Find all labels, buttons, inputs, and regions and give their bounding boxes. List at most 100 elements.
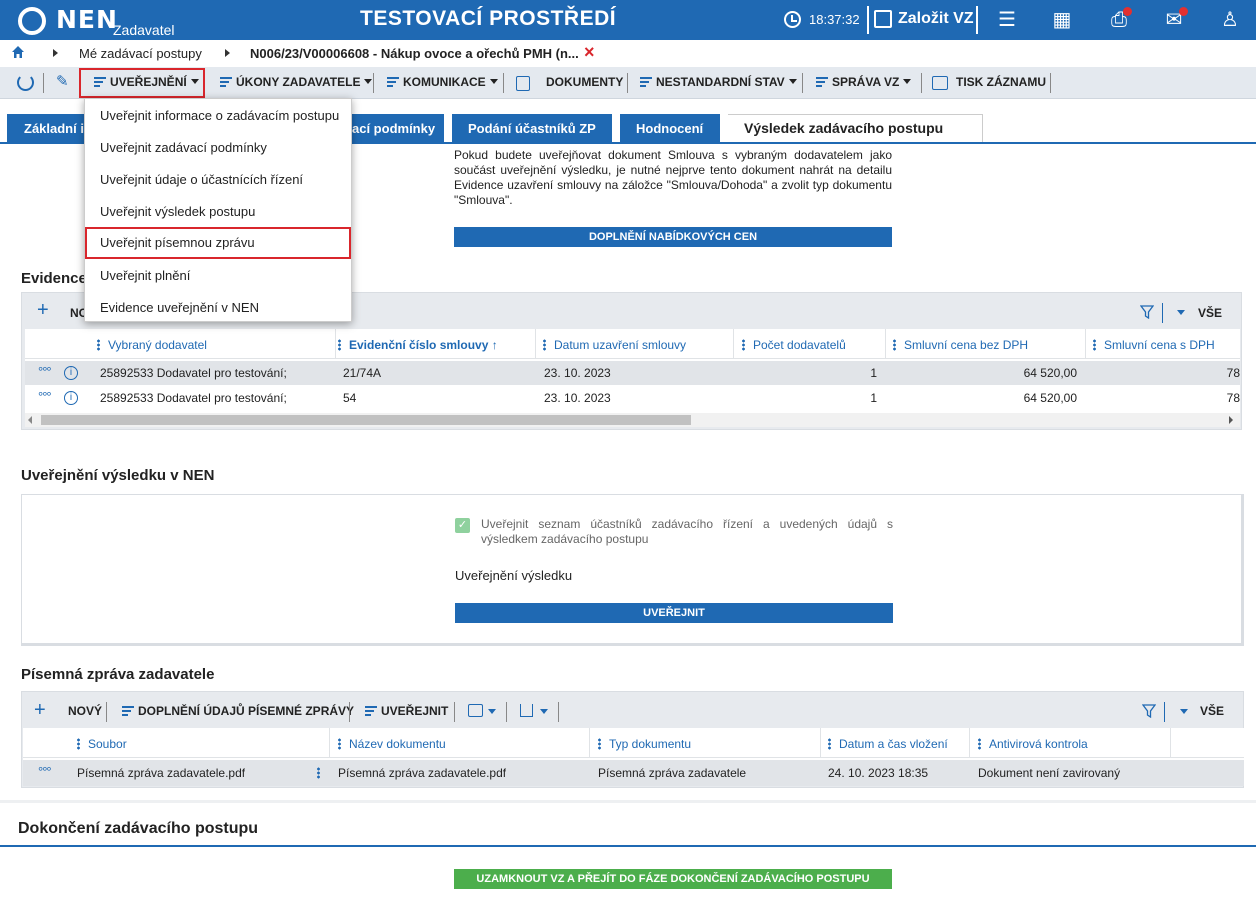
- col-typ-dokumentu[interactable]: Typ dokumentu: [598, 737, 691, 751]
- novy-button[interactable]: NOVÝ: [68, 704, 102, 718]
- menu-item-vysledek[interactable]: Uveřejnit výsledek postupu: [85, 196, 351, 228]
- scroll-left-icon[interactable]: [28, 416, 32, 424]
- environment-title: TESTOVACÍ PROSTŘEDÍ: [360, 7, 617, 30]
- divider: [43, 73, 44, 93]
- edit-icon[interactable]: [874, 10, 892, 28]
- sprava-vz-menu[interactable]: SPRÁVA VZ: [816, 75, 912, 89]
- breadcrumb-item[interactable]: Mé zadávací postupy: [79, 46, 202, 61]
- col-antivirova-kontrola[interactable]: Antivirová kontrola: [978, 737, 1088, 751]
- col-evidencni-cislo[interactable]: Evidenční číslo smlouvy ↑: [338, 338, 498, 352]
- list-icon: [640, 76, 652, 88]
- all-filter[interactable]: VŠE: [1198, 306, 1222, 320]
- menu-icon[interactable]: ☰: [995, 8, 1019, 32]
- all-filter[interactable]: VŠE: [1200, 704, 1224, 718]
- pencil-icon[interactable]: ✎: [56, 72, 69, 90]
- tab-hodnoceni[interactable]: Hodnocení: [620, 114, 720, 143]
- cell-datum: 24. 10. 2023 18:35: [828, 766, 929, 780]
- create-vz-button[interactable]: Založit VZ: [898, 10, 974, 28]
- document-icon: [516, 76, 530, 91]
- horizontal-scrollbar[interactable]: [25, 413, 1240, 427]
- tab-zadavaci-podminky[interactable]: ací podmínky: [340, 114, 444, 143]
- uverejnit-button[interactable]: UVEŘEJNIT: [455, 603, 893, 623]
- tab-podani-ucastniku[interactable]: Podání účastníků ZP: [452, 114, 612, 143]
- divider: [503, 73, 504, 93]
- cell-datum: 23. 10. 2023: [544, 366, 611, 380]
- filter-icon[interactable]: [1140, 305, 1154, 319]
- menu-item-zadavaci-podminky[interactable]: Uveřejnit zadávací podmínky: [85, 132, 351, 164]
- menu-item-informace[interactable]: Uveřejnit informace o zadávacím postupu: [85, 100, 351, 132]
- home-icon[interactable]: [11, 45, 25, 59]
- user-icon[interactable]: ♙: [1218, 8, 1242, 32]
- calendar-icon[interactable]: ▦: [1050, 8, 1074, 32]
- publication-heading: Uveřejnění výsledku v NEN: [21, 467, 215, 484]
- ukony-menu[interactable]: ÚKONY ZADAVATELE: [220, 75, 373, 89]
- report-uverejnit-button[interactable]: UVEŘEJNIT: [365, 704, 448, 718]
- nestandardni-stav-menu[interactable]: NESTANDARDNÍ STAV: [640, 75, 797, 89]
- col-datum-uzavreni[interactable]: Datum uzavření smlouvy: [543, 338, 686, 352]
- chevron-down-icon[interactable]: [1180, 709, 1188, 714]
- col-datum-vlozeni[interactable]: Datum a čas vložení: [828, 737, 948, 751]
- notification-dot: [1123, 7, 1132, 16]
- publication-panel: ✓ Uveřejnit seznam účastníků zadávacího …: [21, 494, 1244, 646]
- dokumenty-button[interactable]: DOKUMENTY: [546, 75, 623, 89]
- uverejneni-menu[interactable]: UVEŘEJNĚNÍ: [94, 75, 199, 89]
- uzamknout-button[interactable]: UZAMKNOUT VZ A PŘEJÍT DO FÁZE DOKONČENÍ …: [454, 869, 892, 889]
- divider: [802, 73, 803, 93]
- table-row[interactable]: °°° i 25892533 Dodavatel pro testování; …: [25, 386, 1240, 410]
- file-menu-icon[interactable]: [317, 767, 320, 779]
- close-icon[interactable]: ×: [584, 42, 595, 63]
- table-header: Vybraný dodavatel Evidenční číslo smlouv…: [25, 329, 1240, 359]
- doplneni-cen-button[interactable]: DOPLNĚNÍ NABÍDKOVÝCH CEN: [454, 227, 892, 247]
- menu-item-evidence[interactable]: Evidence uveřejnění v NEN: [85, 292, 351, 324]
- col-cena-s-dph[interactable]: Smluvní cena s DPH: [1093, 338, 1215, 352]
- print-icon[interactable]: [468, 704, 483, 717]
- publish-list-checkbox[interactable]: ✓: [455, 518, 470, 533]
- info-text: Pokud budete uveřejňovat dokument Smlouv…: [454, 148, 892, 207]
- scrollbar-thumb[interactable]: [41, 415, 691, 425]
- refresh-icon[interactable]: [17, 74, 34, 91]
- logo-subtitle: Zadavatel: [113, 22, 175, 38]
- tab-zakladni[interactable]: Základní i: [7, 114, 87, 143]
- add-icon[interactable]: +: [34, 699, 46, 722]
- col-soubor[interactable]: Soubor: [77, 737, 127, 751]
- tab-vysledek[interactable]: Výsledek zadávacího postupu: [728, 114, 983, 143]
- add-icon[interactable]: +: [37, 299, 49, 322]
- chevron-down-icon[interactable]: [540, 709, 548, 714]
- table-row[interactable]: °°° i 25892533 Dodavatel pro testování; …: [25, 361, 1240, 385]
- list-icon: [387, 76, 399, 88]
- divider: [106, 702, 107, 722]
- doplneni-udaju-button[interactable]: DOPLNĚNÍ ÚDAJŮ PÍSEMNÉ ZPRÁVY: [122, 704, 354, 718]
- row-menu-icon[interactable]: °°°: [38, 389, 52, 404]
- scroll-right-icon[interactable]: [1229, 416, 1233, 424]
- tisk-zaznamu-button[interactable]: TISK ZÁZNAMU: [956, 75, 1046, 89]
- row-menu-icon[interactable]: °°°: [38, 364, 52, 379]
- session-clock: 18:37:32: [809, 12, 860, 27]
- table-row[interactable]: °°° Písemná zpráva zadavatele.pdf Písemn…: [23, 760, 1244, 786]
- menu-item-pisemna-zprava[interactable]: Uveřejnit písemnou zprávu: [85, 227, 351, 259]
- col-cena-bez-dph[interactable]: Smluvní cena bez DPH: [893, 338, 1028, 352]
- filter-icon[interactable]: [1142, 704, 1156, 718]
- menu-item-udaje-ucastnici[interactable]: Uveřejnit údaje o účastnících řízení: [85, 164, 351, 196]
- chevron-down-icon[interactable]: [1177, 310, 1185, 315]
- col-nazev-dokumentu[interactable]: Název dokumentu: [338, 737, 446, 751]
- cell-datum: 23. 10. 2023: [544, 391, 611, 405]
- completion-section: Dokončení zadávacího postupu UZAMKNOUT V…: [0, 800, 1256, 909]
- row-menu-icon[interactable]: °°°: [38, 764, 52, 779]
- logo-text[interactable]: NEN: [56, 5, 118, 34]
- export-icon[interactable]: [520, 704, 533, 717]
- nen-logo-icon[interactable]: [18, 7, 46, 35]
- publish-icon: [94, 76, 106, 88]
- chevron-down-icon[interactable]: [488, 709, 496, 714]
- menu-item-plneni[interactable]: Uveřejnit plnění: [85, 260, 351, 292]
- komunikace-menu[interactable]: KOMUNIKACE: [387, 75, 498, 89]
- list-icon: [220, 76, 232, 88]
- divider: [627, 73, 628, 93]
- info-icon[interactable]: i: [64, 366, 78, 380]
- cell-soubor[interactable]: Písemná zpráva zadavatele.pdf: [77, 766, 245, 780]
- report-table: Soubor Název dokumentu Typ dokumentu Dat…: [23, 728, 1244, 786]
- breadcrumb-current[interactable]: N006/23/V00006608 - Nákup ovoce a ořechů…: [250, 46, 579, 61]
- col-vybrany-dodavatel[interactable]: Vybraný dodavatel: [97, 338, 207, 352]
- col-pocet-dodavatelu[interactable]: Počet dodavatelů: [742, 338, 846, 352]
- divider: [506, 702, 507, 722]
- info-icon[interactable]: i: [64, 391, 78, 405]
